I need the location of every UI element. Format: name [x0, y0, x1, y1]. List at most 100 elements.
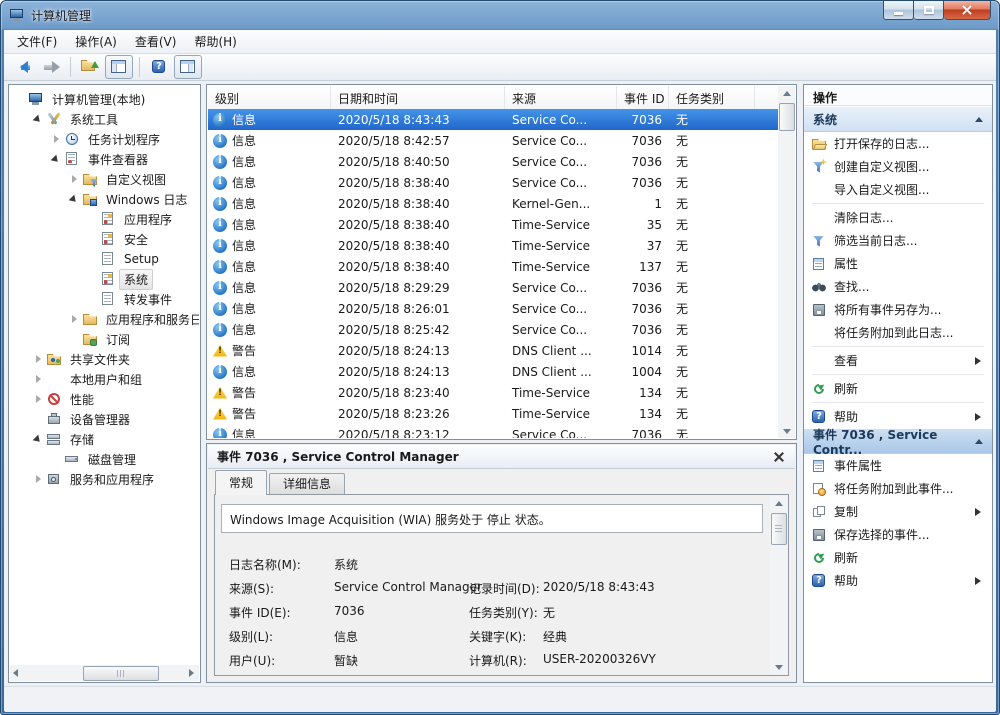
minimize-button[interactable]: [883, 1, 914, 20]
tree-item[interactable]: 应用程序: [10, 209, 199, 229]
scrollbar-thumb[interactable]: [779, 103, 795, 131]
action-item[interactable]: 打开保存的日志...: [804, 132, 992, 155]
action-item[interactable]: 复制: [804, 500, 992, 523]
scroll-down-button[interactable]: [771, 658, 787, 674]
menu-item[interactable]: 帮助(H): [185, 30, 245, 53]
event-row[interactable]: 警告2020/5/18 8:23:40Time-Service134无: [208, 382, 778, 403]
collapse-arrow-icon[interactable]: [32, 112, 46, 126]
event-row[interactable]: 信息2020/5/18 8:38:40Time-Service37无: [208, 235, 778, 256]
tree-item[interactable]: 系统: [10, 269, 199, 289]
event-row[interactable]: 信息2020/5/18 8:23:12Service Co...7036无: [208, 424, 778, 438]
collapse-arrow-icon[interactable]: [32, 432, 46, 446]
tab-details[interactable]: 详细信息: [269, 473, 345, 495]
scroll-left-button[interactable]: [10, 665, 26, 681]
event-row[interactable]: 信息2020/5/18 8:26:01Service Co...7036无: [208, 298, 778, 319]
action-item[interactable]: 导入自定义视图...: [804, 178, 992, 201]
event-row[interactable]: 警告2020/5/18 8:24:13DNS Client ...1014无: [208, 340, 778, 361]
action-item[interactable]: 将任务附加到此日志...: [804, 321, 992, 344]
expand-arrow-icon[interactable]: [32, 472, 46, 486]
close-detail-icon[interactable]: [772, 450, 786, 464]
expand-arrow-icon[interactable]: [50, 132, 64, 146]
event-row[interactable]: 警告2020/5/18 8:23:26Time-Service134无: [208, 403, 778, 424]
collapse-arrow-icon[interactable]: [68, 192, 82, 206]
expand-arrow-icon[interactable]: [32, 352, 46, 366]
scroll-right-button[interactable]: [183, 665, 199, 681]
scrollbar-thumb[interactable]: [83, 666, 159, 681]
menu-item[interactable]: 查看(V): [126, 30, 186, 53]
tree-item[interactable]: 系统工具: [10, 109, 199, 129]
tree-item[interactable]: 应用程序和服务日志: [10, 309, 199, 329]
tree-item[interactable]: 任务计划程序: [10, 129, 199, 149]
tree-item[interactable]: 自定义视图: [10, 169, 199, 189]
collapse-arrow-icon[interactable]: [975, 435, 983, 444]
scrollbar-track[interactable]: [778, 102, 795, 422]
event-row[interactable]: 信息2020/5/18 8:38:40Kernel-Gen...1无: [208, 193, 778, 214]
action-item[interactable]: 将所有事件另存为...: [804, 298, 992, 321]
show-action-pane-button[interactable]: [174, 55, 202, 79]
action-item[interactable]: 刷新: [804, 546, 992, 569]
tree-item[interactable]: 服务和应用程序: [10, 469, 199, 489]
tab-general[interactable]: 常规: [215, 470, 267, 495]
column-header[interactable]: 事件 ID: [617, 86, 669, 109]
event-row[interactable]: 信息2020/5/18 8:25:42Service Co...7036无: [208, 319, 778, 340]
event-row[interactable]: 信息2020/5/18 8:38:40Service Co...7036无: [208, 172, 778, 193]
tree-item[interactable]: 事件查看器: [10, 149, 199, 169]
tree-item[interactable]: 订阅: [10, 329, 199, 349]
scrollbar-thumb[interactable]: [771, 513, 787, 545]
tree-item[interactable]: Windows 日志: [10, 189, 199, 209]
actions-section-header[interactable]: 系统: [804, 106, 992, 132]
scrollbar-track[interactable]: [770, 512, 787, 658]
action-item[interactable]: 查找...: [804, 275, 992, 298]
actions-section-header[interactable]: 事件 7036 , Service Contr...: [804, 428, 992, 454]
expand-arrow-icon[interactable]: [68, 172, 82, 186]
scroll-up-button[interactable]: [771, 496, 787, 512]
action-item[interactable]: 属性: [804, 252, 992, 275]
scroll-down-button[interactable]: [779, 422, 795, 438]
forward-button[interactable]: [38, 56, 64, 79]
action-item[interactable]: 清除日志...: [804, 206, 992, 229]
collapse-arrow-icon[interactable]: [975, 113, 983, 122]
expand-arrow-icon[interactable]: [32, 392, 46, 406]
event-row[interactable]: 信息2020/5/18 8:38:40Time-Service137无: [208, 256, 778, 277]
event-row[interactable]: 信息2020/5/18 8:43:43Service Co...7036无: [208, 109, 778, 130]
expand-arrow-icon[interactable]: [68, 312, 82, 326]
tree-item[interactable]: 本地用户和组: [10, 369, 199, 389]
tree-item[interactable]: 性能: [10, 389, 199, 409]
tree-item[interactable]: 存储: [10, 429, 199, 449]
scroll-up-button[interactable]: [779, 86, 795, 102]
maximize-button[interactable]: [914, 1, 944, 20]
detail-scrollbar[interactable]: [770, 496, 787, 674]
column-header[interactable]: 任务类别: [669, 86, 755, 109]
event-list-scrollbar[interactable]: [778, 86, 795, 438]
event-row[interactable]: 信息2020/5/18 8:42:57Service Co...7036无: [208, 130, 778, 151]
event-row[interactable]: 信息2020/5/18 8:24:13DNS Client ...1004无: [208, 361, 778, 382]
tree-item[interactable]: 设备管理器: [10, 409, 199, 429]
menu-item[interactable]: 操作(A): [66, 30, 126, 53]
action-item[interactable]: 创建自定义视图...: [804, 155, 992, 178]
column-header[interactable]: 来源: [505, 86, 617, 109]
action-item[interactable]: 保存选择的事件...: [804, 523, 992, 546]
collapse-arrow-icon[interactable]: [50, 152, 64, 166]
column-header[interactable]: 日期和时间: [331, 86, 505, 109]
folder-up-button[interactable]: [77, 56, 103, 79]
expand-arrow-icon[interactable]: [32, 372, 46, 386]
event-row[interactable]: 信息2020/5/18 8:38:40Time-Service35无: [208, 214, 778, 235]
tree-item[interactable]: 共享文件夹: [10, 349, 199, 369]
tree-horizontal-scrollbar[interactable]: [10, 665, 199, 681]
menu-item[interactable]: 文件(F): [8, 30, 66, 53]
action-item[interactable]: 查看: [804, 349, 992, 372]
show-console-tree-button[interactable]: [105, 55, 133, 79]
tree-item[interactable]: Setup: [10, 249, 199, 269]
action-item[interactable]: 帮助: [804, 569, 992, 592]
tree-item[interactable]: 转发事件: [10, 289, 199, 309]
action-item[interactable]: 刷新: [804, 377, 992, 400]
action-item[interactable]: 筛选当前日志...: [804, 229, 992, 252]
tree-item[interactable]: 安全: [10, 229, 199, 249]
event-row[interactable]: 信息2020/5/18 8:29:29Service Co...7036无: [208, 277, 778, 298]
close-button[interactable]: [944, 1, 991, 20]
action-item[interactable]: 事件属性: [804, 454, 992, 477]
tree-item[interactable]: 计算机管理(本地): [10, 89, 199, 109]
scrollbar-track[interactable]: [26, 665, 183, 681]
help-button[interactable]: [146, 56, 172, 79]
back-button[interactable]: [10, 56, 36, 79]
